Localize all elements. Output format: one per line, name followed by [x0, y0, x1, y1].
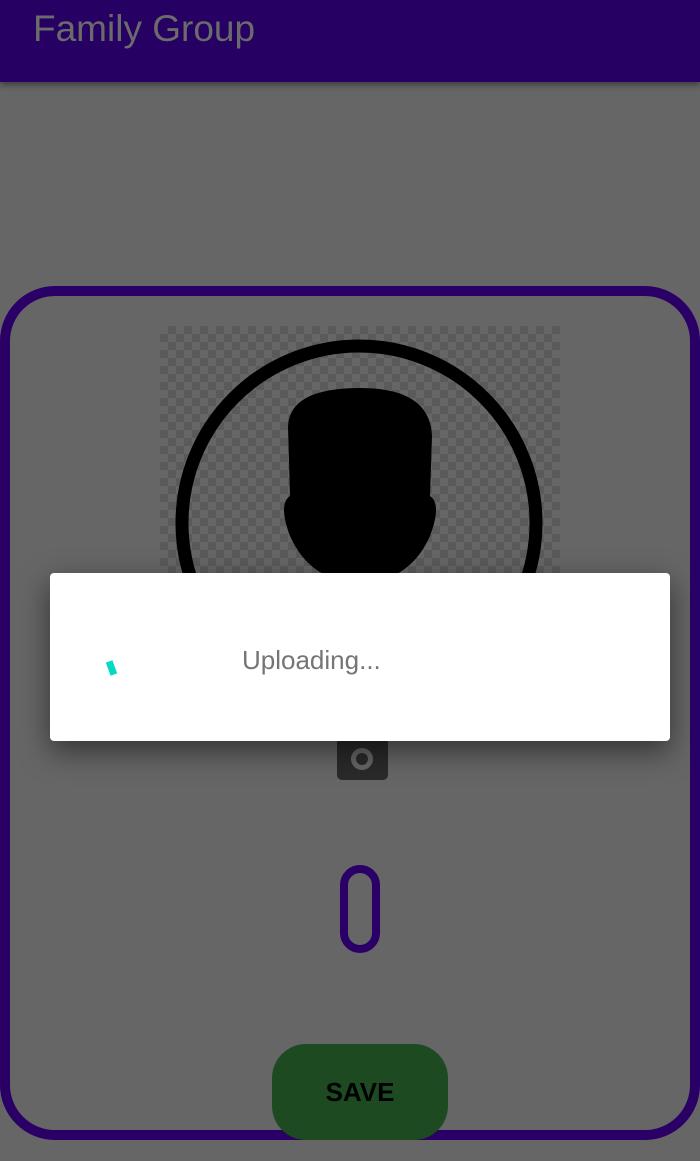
upload-progress-dialog: Uploading... — [50, 573, 670, 741]
dialog-message: Uploading... — [242, 645, 381, 675]
camera-icon[interactable] — [337, 738, 388, 780]
app-bar: Family Group — [0, 0, 700, 82]
save-button[interactable]: SAVE — [272, 1044, 448, 1140]
app-title: Family Group — [33, 8, 256, 49]
name-input[interactable] — [340, 865, 380, 953]
progress-spinner — [105, 660, 118, 676]
